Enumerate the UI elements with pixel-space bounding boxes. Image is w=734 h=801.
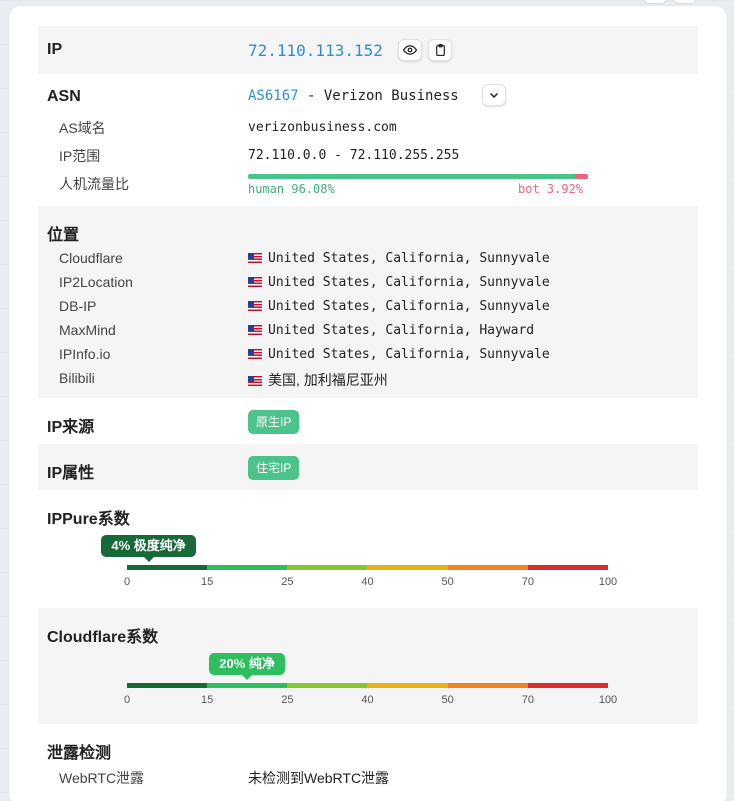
ip-range-label: IP范围 (59, 148, 101, 164)
location-text: United States, California, Sunnyvale (268, 299, 550, 314)
us-flag-icon (248, 376, 262, 386)
scale-tick-label: 70 (521, 576, 534, 588)
window-control[interactable] (644, 0, 666, 4)
location-text: United States, California, Sunnyvale (268, 347, 550, 362)
ippure-marker-text: 4% 极度纯净 (111, 538, 186, 553)
us-flag-icon (248, 349, 262, 359)
scale-tick-label: 100 (598, 576, 618, 588)
asn-label: ASN (47, 88, 81, 105)
cloudflare-marker-text: 20% 纯净 (219, 656, 275, 671)
ip-attribute-label: IP属性 (47, 465, 95, 482)
scale-segment (287, 565, 368, 570)
us-flag-icon (248, 325, 262, 335)
us-flag-icon (248, 253, 262, 263)
scale-tick-label: 100 (598, 694, 618, 706)
scale-segment (287, 683, 368, 688)
clipboard-icon (435, 43, 445, 57)
scale-segment (527, 565, 608, 570)
copy-ip-button[interactable] (428, 39, 452, 61)
scale-segment (447, 683, 528, 688)
scale-segment (127, 565, 208, 570)
location-text: 美国, 加利福尼亚州 (268, 372, 388, 388)
native-ip-badge: 原生IP (248, 410, 300, 434)
ip-info-card: IP 72.110.113.152 ASN AS6167 - Verizon B… (9, 6, 727, 801)
human-ratio-fill (248, 174, 575, 179)
ip-attribute-section: IP属性 住宅IP (38, 444, 698, 490)
expand-asn-button[interactable] (482, 84, 506, 106)
scale-tick-label: 25 (281, 694, 294, 706)
leak-detection-label: 泄露检测 (47, 745, 112, 762)
scale-segment (207, 565, 288, 570)
location-value: United States, California, Sunnyvale (248, 347, 550, 362)
location-source: MaxMind (59, 322, 116, 338)
human-ratio-text: human 96.08% (248, 182, 335, 196)
scale-tick-label: 15 (201, 576, 214, 588)
cloudflare-score-label: Cloudflare系数 (47, 629, 159, 646)
location-value: United States, California, Hayward (248, 323, 534, 338)
as-domain-label: AS域名 (59, 120, 106, 136)
scale-segment (367, 565, 448, 570)
scale-segment (527, 683, 608, 688)
ip-range-value: 72.110.0.0 - 72.110.255.255 (248, 148, 460, 163)
ip-label: IP (47, 41, 63, 58)
leak-detection-section: 泄露检测 WebRTC泄露 未检测到WebRTC泄露 (38, 724, 698, 801)
scale-tick-label: 70 (521, 694, 534, 706)
location-source: DB-IP (59, 298, 97, 314)
us-flag-icon (248, 277, 262, 287)
asn-name: - Verizon Business (298, 88, 459, 104)
location-label: 位置 (47, 227, 80, 244)
location-value: United States, California, Sunnyvale (248, 251, 550, 266)
location-source: Bilibili (59, 370, 95, 386)
ip-address[interactable]: 72.110.113.152 (248, 41, 383, 60)
ippure-scale-bar (127, 565, 608, 570)
bot-ratio-text: bot 3.92% (518, 182, 584, 196)
scale-tick-label: 0 (123, 694, 131, 706)
residential-ip-badge: 住宅IP (248, 456, 300, 480)
as-domain-value: verizonbusiness.com (248, 120, 397, 135)
location-text: United States, California, Sunnyvale (268, 275, 550, 290)
location-source: IPInfo.io (59, 346, 111, 362)
us-flag-icon (248, 301, 262, 311)
cloudflare-scale-bar (127, 683, 608, 688)
location-source: Cloudflare (59, 250, 123, 266)
ippure-section: IPPure系数 4% 极度纯净 0 15 25 40 50 70 100 (38, 490, 698, 608)
cloudflare-score-section: Cloudflare系数 20% 纯净 0 15 25 40 50 70 100 (38, 608, 698, 724)
scale-tick-label: 40 (361, 694, 374, 706)
traffic-ratio-label: 人机流量比 (59, 176, 129, 192)
eye-icon (403, 45, 417, 55)
chevron-down-icon (489, 92, 499, 99)
scale-tick-label: 25 (281, 576, 294, 588)
location-text: United States, California, Hayward (268, 323, 535, 338)
scale-tick-label: 0 (123, 576, 131, 588)
scale-tick-label: 50 (441, 576, 454, 588)
location-text: United States, California, Sunnyvale (268, 251, 550, 266)
scale-tick-label: 15 (201, 694, 214, 706)
scale-segment (447, 565, 528, 570)
ippure-label: IPPure系数 (47, 511, 130, 528)
window-control[interactable] (674, 0, 696, 4)
asn-value: AS6167 - Verizon Business (248, 88, 459, 104)
ippure-score-marker: 4% 极度纯净 (101, 535, 196, 562)
asn-section: ASN AS6167 - Verizon Business AS域名 veriz… (38, 74, 698, 206)
location-source: IP2Location (59, 274, 133, 290)
scale-segment (127, 683, 208, 688)
scale-tick-label: 50 (441, 694, 454, 706)
traffic-ratio-bar (248, 174, 588, 179)
ip-source-section: IP来源 原生IP (38, 398, 698, 444)
location-section: 位置 Cloudflare United States, California,… (38, 206, 698, 398)
cloudflare-score-marker: 20% 纯净 (209, 653, 285, 680)
webrtc-leak-value: 未检测到WebRTC泄露 (248, 770, 390, 786)
location-value: United States, California, Sunnyvale (248, 275, 550, 290)
ip-section: IP 72.110.113.152 (38, 26, 698, 74)
bot-ratio-fill (574, 174, 588, 179)
scale-tick-label: 40 (361, 576, 374, 588)
scale-segment (367, 683, 448, 688)
webrtc-leak-label: WebRTC泄露 (59, 770, 145, 786)
toggle-visibility-button[interactable] (398, 39, 422, 61)
asn-number-link[interactable]: AS6167 (248, 88, 299, 104)
location-value: United States, California, Sunnyvale (248, 299, 550, 314)
scale-segment (207, 683, 288, 688)
ip-source-label: IP来源 (47, 419, 95, 436)
location-value: 美国, 加利福尼亚州 (248, 370, 388, 390)
